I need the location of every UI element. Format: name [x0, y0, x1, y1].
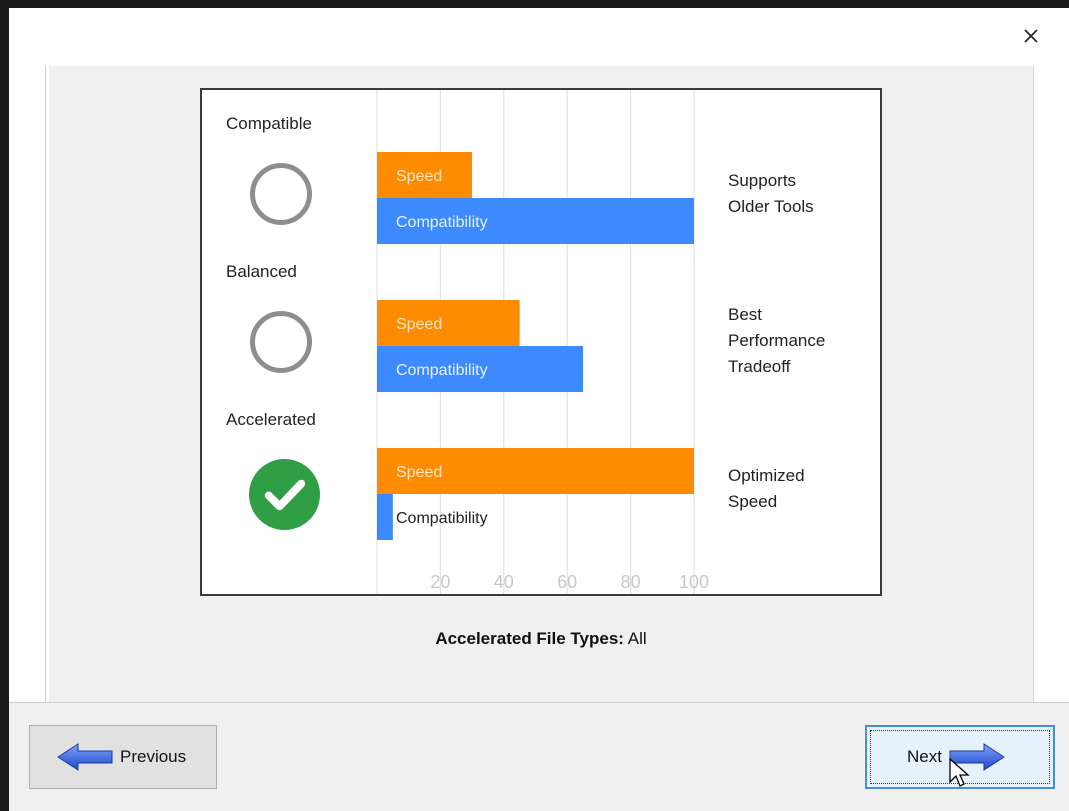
description-line: Older Tools: [728, 197, 814, 216]
bar-label: Compatibility: [396, 362, 488, 379]
option-compatible-label: Compatible: [226, 114, 312, 133]
option-compatible-description: Supports Older Tools: [728, 168, 814, 220]
bar-label: Speed: [396, 464, 442, 481]
accelerated-file-types: Accelerated File Types: All: [49, 629, 1033, 649]
bar-label: Compatibility: [396, 510, 488, 527]
option-accelerated-description: Optimized Speed: [728, 463, 805, 515]
bar-label: Compatibility: [396, 214, 488, 231]
x-tick-label: 20: [430, 572, 450, 592]
previous-button[interactable]: Previous: [29, 725, 217, 789]
description-line: Supports: [728, 171, 797, 190]
option-accelerated-label: Accelerated: [226, 410, 316, 429]
mode-comparison-panel: Speed Compatibility Speed Compatibility Spee…: [200, 88, 882, 596]
close-icon: [1024, 29, 1038, 43]
option-balanced-description: Best Performance Tradeoff: [728, 302, 825, 380]
option-accelerated-checked-icon[interactable]: [249, 459, 320, 530]
option-balanced-label: Balanced: [226, 262, 297, 281]
option-compatible-radio[interactable]: [250, 163, 312, 225]
title-bar: [9, 8, 1069, 66]
button-bar: Previous Next: [9, 702, 1069, 811]
file-types-label: Accelerated File Types:: [435, 629, 624, 648]
description-line: Performance: [728, 331, 826, 350]
mouse-cursor-icon: [949, 758, 970, 787]
content-left-border: [45, 66, 46, 702]
bar-label: Speed: [396, 316, 442, 333]
bar-compatibility-accelerated: [377, 494, 393, 540]
previous-button-label: Previous: [120, 747, 187, 766]
description-line: Tradeoff: [728, 357, 791, 376]
description-line: Optimized: [728, 466, 805, 485]
content-panel: Speed Compatibility Speed Compatibility Spee…: [49, 66, 1034, 702]
option-balanced-radio[interactable]: [250, 311, 312, 373]
close-button[interactable]: [1017, 22, 1045, 50]
description-line: Best: [728, 305, 763, 324]
arrow-left-icon: [57, 743, 113, 771]
x-tick-label: 80: [621, 572, 641, 592]
bar-label: Speed: [396, 168, 442, 185]
setup-wizard-window: Speed Compatibility Speed Compatibility Spee…: [9, 8, 1069, 811]
x-tick-label: 100: [679, 572, 709, 592]
x-tick-label: 60: [557, 572, 577, 592]
x-tick-label: 40: [494, 572, 514, 592]
description-line: Speed: [728, 492, 778, 511]
file-types-value: All: [627, 629, 647, 648]
